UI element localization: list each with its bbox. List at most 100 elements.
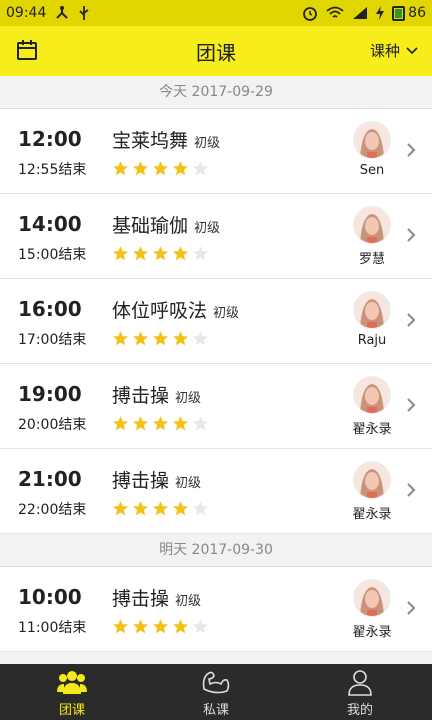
star-filled-icon (112, 331, 129, 346)
rating-stars (112, 245, 209, 262)
star-filled-icon (172, 619, 189, 634)
page-title: 团课 (196, 40, 236, 65)
coach-info[interactable]: 罗慧 (352, 206, 392, 267)
chevron-right-icon (407, 313, 416, 327)
person-icon (348, 669, 372, 696)
class-level: 初级 (194, 136, 221, 151)
class-end-time: 17:00结束 (18, 332, 87, 348)
chevron-right-icon (407, 143, 416, 157)
rating-stars (112, 618, 209, 635)
tab-group[interactable]: 团课 (0, 664, 144, 720)
muscle-icon (202, 671, 230, 693)
tab-label: 私课 (202, 702, 229, 718)
coach-avatar (353, 206, 391, 244)
star-empty-icon (192, 501, 209, 516)
star-filled-icon (112, 161, 129, 176)
class-name: 基础瑜伽 (112, 215, 189, 237)
class-row[interactable]: 10:00 11:00结束 搏击操 初级 翟永录 (0, 567, 432, 652)
group-icon (57, 670, 87, 694)
star-filled-icon (152, 331, 169, 346)
status-time: 09:44 (6, 5, 47, 21)
app-bar: 团课 课种 (0, 26, 432, 76)
star-filled-icon (152, 416, 169, 431)
star-empty-icon (192, 161, 209, 176)
class-end-time: 15:00结束 (18, 247, 87, 263)
class-name-group: 搏击操 初级 (112, 584, 201, 611)
star-filled-icon (132, 416, 149, 431)
class-level: 初级 (175, 476, 202, 491)
star-filled-icon (152, 246, 169, 261)
coach-info[interactable]: 翟永录 (352, 461, 392, 522)
star-filled-icon (152, 161, 169, 176)
class-end-time: 11:00结束 (18, 620, 87, 636)
star-filled-icon (132, 331, 149, 346)
battery-indicator: 86 (392, 5, 426, 21)
class-name: 体位呼吸法 (112, 300, 208, 322)
class-start-time: 14:00 (18, 212, 82, 236)
coach-info[interactable]: Raju (352, 291, 392, 348)
rating-stars (112, 330, 209, 347)
coach-name: Raju (357, 333, 387, 348)
tab-muscle[interactable]: 私课 (144, 664, 288, 720)
star-filled-icon (132, 246, 149, 261)
class-name-group: 搏击操 初级 (112, 466, 201, 493)
coach-name: 罗慧 (358, 252, 385, 267)
class-level: 初级 (194, 221, 221, 236)
coach-avatar (353, 291, 391, 329)
calendar-icon[interactable] (16, 39, 38, 61)
course-type-filter[interactable]: 课种 (370, 40, 418, 61)
class-start-time: 10:00 (18, 585, 82, 609)
class-level: 初级 (213, 306, 240, 321)
coach-info[interactable]: 翟永录 (352, 579, 392, 640)
wifi-icon (326, 6, 344, 18)
rating-stars (112, 160, 209, 177)
tab-person[interactable]: 我的 (288, 664, 432, 720)
chevron-right-icon (407, 483, 416, 497)
class-row[interactable]: 19:00 20:00结束 搏击操 初级 翟永录 (0, 364, 432, 449)
coach-name: 翟永录 (352, 507, 392, 522)
battery-level: 86 (408, 5, 426, 21)
star-empty-icon (192, 331, 209, 346)
class-level: 初级 (175, 594, 202, 609)
usb-icon (79, 6, 89, 20)
signal-icon (353, 7, 368, 19)
battery-icon (392, 5, 406, 21)
star-filled-icon (172, 331, 189, 346)
coach-info[interactable]: 翟永录 (352, 376, 392, 437)
class-name-group: 搏击操 初级 (112, 381, 201, 408)
class-name: 宝莱坞舞 (112, 130, 189, 152)
star-empty-icon (192, 619, 209, 634)
class-start-time: 16:00 (18, 297, 82, 321)
date-header: 今天 2017-09-29 (0, 76, 432, 109)
class-row[interactable]: 14:00 15:00结束 基础瑜伽 初级罗慧 (0, 194, 432, 279)
class-start-time: 12:00 (18, 127, 82, 151)
class-end-time: 12:55结束 (18, 162, 87, 178)
bottom-tab-bar: 团课 私课 我的 (0, 664, 432, 720)
star-filled-icon (112, 246, 129, 261)
alarm-icon (303, 7, 318, 21)
star-empty-icon (192, 246, 209, 261)
coach-info[interactable]: Sen (352, 121, 392, 178)
class-row[interactable]: 12:00 12:55结束 宝莱坞舞 初级 Sen (0, 109, 432, 194)
class-row[interactable]: 21:00 22:00结束 搏击操 初级 翟永录 (0, 449, 432, 534)
chevron-right-icon (407, 601, 416, 615)
class-level: 初级 (175, 391, 202, 406)
star-filled-icon (172, 161, 189, 176)
star-filled-icon (172, 246, 189, 261)
star-filled-icon (112, 501, 129, 516)
coach-avatar (353, 121, 391, 159)
star-filled-icon (132, 501, 149, 516)
class-end-time: 22:00结束 (18, 502, 87, 518)
chevron-right-icon (407, 228, 416, 242)
class-name: 搏击操 (112, 588, 170, 610)
course-type-label: 课种 (369, 42, 400, 60)
tab-label: 我的 (346, 702, 373, 718)
class-row[interactable]: 16:00 17:00结束 体位呼吸法 初级 Raju (0, 279, 432, 364)
share-icon (56, 6, 69, 19)
date-header: 明天 2017-09-30 (0, 534, 432, 567)
star-filled-icon (172, 416, 189, 431)
class-name-group: 基础瑜伽 初级 (112, 211, 220, 238)
coach-name: Sen (359, 163, 385, 178)
chevron-down-icon (406, 46, 418, 54)
coach-avatar (353, 579, 391, 617)
